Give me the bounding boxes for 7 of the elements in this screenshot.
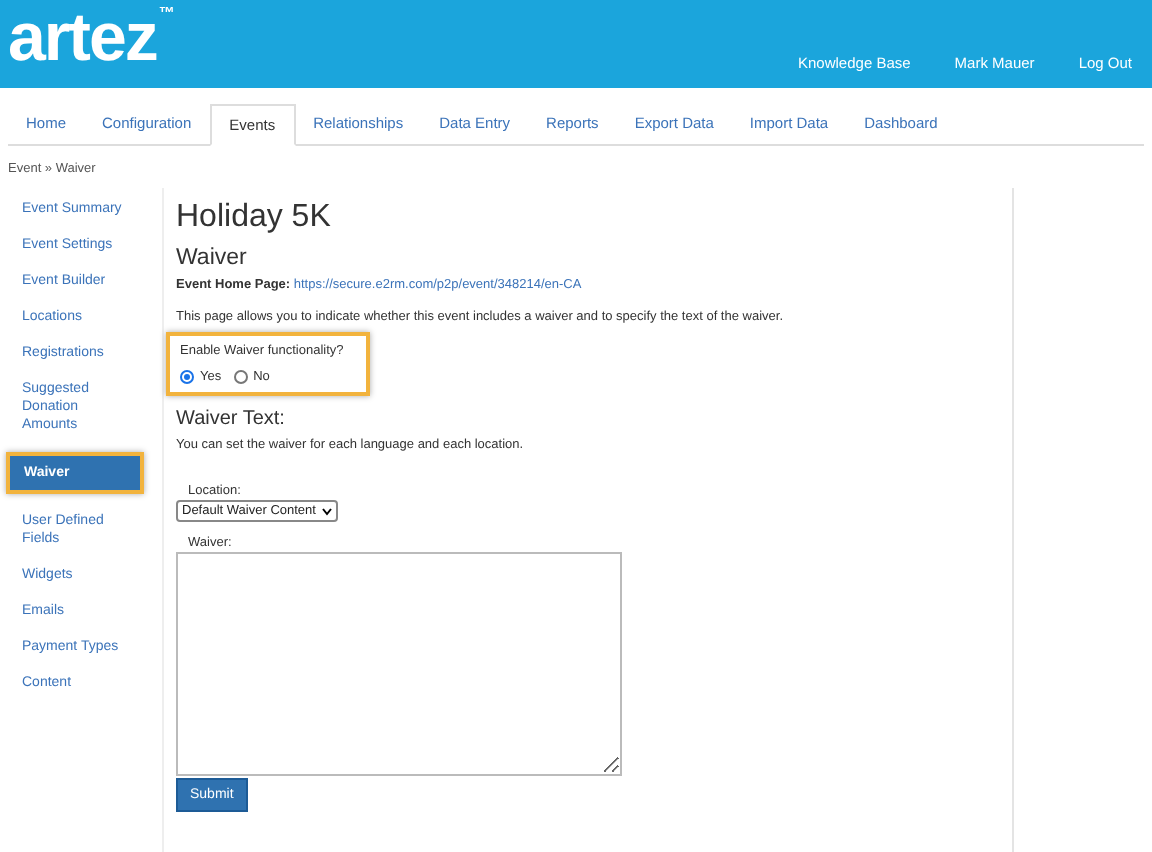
chevron-icon	[321, 507, 332, 515]
section-heading: Waiver	[176, 246, 247, 270]
radio-button[interactable]	[180, 370, 194, 384]
page-title: Holiday 5K	[176, 200, 331, 236]
artez-logo[interactable]: artez™	[8, 0, 173, 76]
radio-button[interactable]	[233, 370, 248, 384]
section-heading: Waiver Text:	[176, 408, 285, 430]
